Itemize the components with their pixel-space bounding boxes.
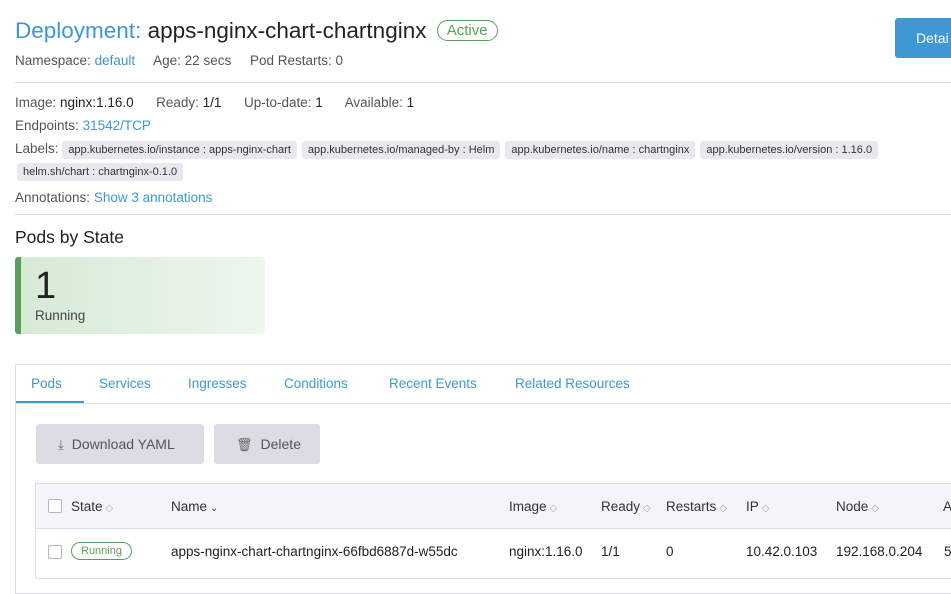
download-yaml-button[interactable]: ⤓ Download YAML bbox=[36, 424, 204, 464]
label-chip: app.kubernetes.io/managed-by : Helm bbox=[301, 141, 501, 159]
image-label: Image: bbox=[15, 95, 57, 110]
download-icon: ⤓ bbox=[58, 437, 64, 452]
pods-count: 1 bbox=[35, 265, 57, 307]
pods-by-state-heading: Pods by State bbox=[15, 227, 124, 247]
restarts-value: 0 bbox=[335, 53, 344, 68]
available-label: Available: bbox=[344, 95, 403, 110]
pod-ready: 1/1 bbox=[601, 544, 620, 559]
pod-ip: 10.42.0.103 bbox=[746, 544, 818, 559]
ready-value: 1/1 bbox=[202, 95, 222, 110]
col-restarts[interactable]: Restarts ◇ bbox=[666, 499, 727, 514]
divider bbox=[15, 214, 951, 215]
trash-icon: 🗑 bbox=[236, 437, 253, 452]
label-chip: app.kubernetes.io/instance : apps-nginx-… bbox=[62, 141, 297, 159]
image-value: nginx:1.16.0 bbox=[60, 95, 134, 110]
namespace-label: Namespace: bbox=[15, 53, 91, 68]
tab-conditions[interactable]: Conditions bbox=[284, 376, 348, 391]
resource-kind: Deployment: bbox=[15, 18, 142, 43]
status-badge: Active bbox=[436, 20, 498, 41]
divider bbox=[15, 82, 951, 83]
show-annotations-link[interactable]: Show 3 annotations bbox=[94, 190, 213, 205]
tab-pods[interactable]: Pods bbox=[31, 376, 62, 391]
row-checkbox[interactable] bbox=[48, 545, 62, 559]
meta-row: Namespace: default Age: 22 secs Pod Rest… bbox=[15, 53, 343, 68]
pod-name-link[interactable]: apps-nginx-chart-chartnginx-66fbd6887d-w… bbox=[171, 544, 458, 559]
age-value: 22 secs bbox=[184, 53, 232, 68]
sort-icon: ◇ bbox=[105, 503, 114, 514]
download-label: Download YAML bbox=[71, 436, 175, 452]
labels-row: Labels: app.kubernetes.io/instance : app… bbox=[15, 141, 883, 159]
sort-icon: ◇ bbox=[549, 503, 558, 514]
tab-ingresses[interactable]: Ingresses bbox=[188, 376, 247, 391]
col-state[interactable]: State ◇ bbox=[71, 499, 113, 514]
endpoint-link[interactable]: 31542/TCP bbox=[83, 118, 151, 133]
sort-icon: ◇ bbox=[761, 503, 770, 514]
sort-icon: ◇ bbox=[871, 503, 879, 514]
detail-button[interactable]: Detai bbox=[895, 18, 951, 58]
col-node[interactable]: Node ◇ bbox=[836, 499, 879, 514]
pod-restarts: 0 bbox=[666, 544, 674, 559]
active-tab-indicator bbox=[16, 401, 84, 403]
pod-age: 5 bbox=[944, 544, 951, 559]
col-age[interactable]: A bbox=[943, 499, 951, 514]
label-chip: helm.sh/chart : chartnginx-0.1.0 bbox=[17, 163, 184, 181]
tab-related-resources[interactable]: Related Resources bbox=[515, 376, 630, 391]
label-chip: app.kubernetes.io/version : 1.16.0 bbox=[700, 141, 879, 159]
tab-bar: Pods Services Ingresses Conditions Recen… bbox=[16, 365, 951, 404]
labels-label: Labels: bbox=[15, 141, 59, 156]
labels-row-2: helm.sh/chart : chartnginx-0.1.0 bbox=[17, 163, 188, 181]
uptodate-label: Up-to-date: bbox=[243, 95, 312, 110]
tab-recent-events[interactable]: Recent Events bbox=[389, 376, 477, 391]
age-label: Age: bbox=[153, 53, 181, 68]
col-ip[interactable]: IP ◇ bbox=[746, 499, 769, 514]
namespace-link[interactable]: default bbox=[95, 53, 136, 68]
pod-state-badge: Running bbox=[71, 542, 132, 560]
tab-services[interactable]: Services bbox=[99, 376, 151, 391]
select-all-checkbox[interactable] bbox=[48, 499, 62, 513]
sort-desc-icon: ⌄ bbox=[210, 503, 219, 514]
pod-image: nginx:1.16.0 bbox=[509, 544, 583, 559]
pods-state-card: 1 Running bbox=[15, 257, 265, 334]
endpoints-label: Endpoints: bbox=[15, 118, 79, 133]
label-chip: app.kubernetes.io/name : chartnginx bbox=[505, 141, 696, 159]
restarts-label: Pod Restarts: bbox=[249, 53, 332, 68]
delete-button[interactable]: 🗑 Delete bbox=[214, 424, 320, 464]
col-image[interactable]: Image ◇ bbox=[509, 499, 557, 514]
col-ready[interactable]: Ready ◇ bbox=[601, 499, 651, 514]
col-name[interactable]: Name ⌄ bbox=[171, 499, 218, 514]
annotations-row: Annotations: Show 3 annotations bbox=[15, 190, 212, 205]
status-row: Image: nginx:1.16.0 Ready: 1/1 Up-to-dat… bbox=[15, 95, 414, 110]
available-value: 1 bbox=[406, 95, 415, 110]
delete-label: Delete bbox=[260, 436, 301, 452]
sort-icon: ◇ bbox=[719, 503, 727, 514]
endpoints-row: Endpoints: 31542/TCP bbox=[15, 118, 151, 133]
annotations-label: Annotations: bbox=[15, 190, 91, 205]
sort-icon: ◇ bbox=[643, 503, 651, 514]
pod-node-link[interactable]: 192.168.0.204 bbox=[836, 544, 922, 559]
ready-label: Ready: bbox=[156, 95, 199, 110]
uptodate-value: 1 bbox=[315, 95, 323, 110]
page-title: Deployment: apps-nginx-chart-chartnginx … bbox=[15, 18, 498, 44]
pods-state-label: Running bbox=[35, 308, 86, 323]
resource-name: apps-nginx-chart-chartnginx bbox=[147, 18, 427, 43]
